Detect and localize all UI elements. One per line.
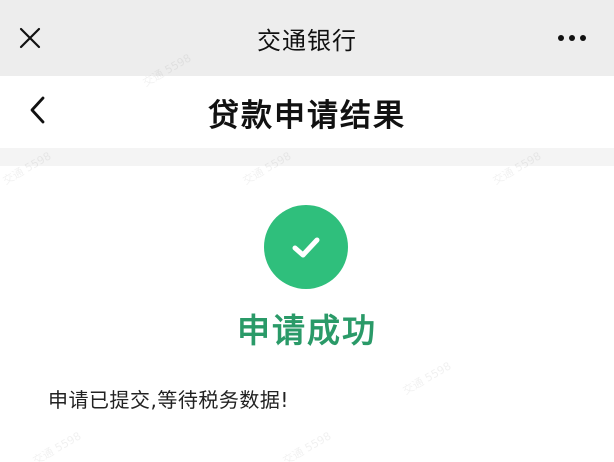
result-message: 申请已提交,等待税务数据!	[48, 388, 289, 412]
close-button[interactable]	[14, 22, 46, 54]
close-icon	[19, 27, 41, 49]
section-divider	[0, 148, 614, 166]
check-icon	[292, 237, 320, 258]
chevron-left-icon	[30, 96, 45, 124]
success-badge	[264, 205, 348, 289]
status-text: 申请成功	[237, 311, 377, 350]
more-button[interactable]	[552, 22, 592, 54]
wechat-top-bar: 交通银行	[0, 0, 614, 76]
page-nav-bar: 贷款申请结果	[0, 76, 614, 148]
back-button[interactable]	[18, 90, 58, 130]
result-panel: 申请成功 申请已提交,等待税务数据!	[0, 166, 614, 462]
more-dots-icon	[558, 35, 564, 41]
page-title: 贷款申请结果	[208, 97, 406, 134]
app-title: 交通银行	[257, 26, 357, 55]
